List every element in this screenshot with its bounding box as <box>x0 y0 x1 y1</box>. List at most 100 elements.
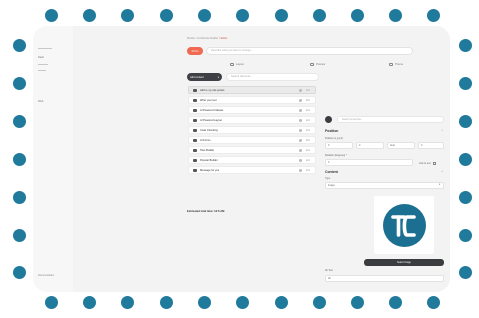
rotation-input[interactable]: 0 <box>325 159 413 166</box>
element-row[interactable]: AI Powered Classes Edit <box>188 106 316 114</box>
decorative-dot <box>13 39 26 52</box>
decorative-dot <box>121 9 134 22</box>
properties-search-input[interactable]: Search properties... <box>337 116 444 123</box>
decorative-dot <box>121 296 134 309</box>
edit-link[interactable]: Edit <box>306 109 310 112</box>
breadcrumb-item[interactable]: Builder <box>187 37 195 40</box>
element-row[interactable]: Message for you Edit <box>188 166 316 174</box>
decorative-dot <box>45 9 58 22</box>
edit-link[interactable]: Edit <box>306 159 310 162</box>
decorative-dot <box>13 191 26 204</box>
decorative-dot <box>198 296 211 309</box>
element-label: AI Powered Classes <box>200 108 224 112</box>
image-preview[interactable] <box>374 196 434 254</box>
edit-link[interactable]: Edit <box>306 89 310 92</box>
decorative-dot <box>13 77 26 90</box>
element-row[interactable]: Popular Builder Edit <box>188 156 316 164</box>
settings-icon[interactable] <box>298 128 302 132</box>
element-row[interactable]: Write your text Edit <box>188 96 316 104</box>
ai-icon <box>193 118 197 122</box>
link-to-text-checkbox[interactable]: Link to text <box>419 162 436 165</box>
settings-icon[interactable] <box>298 88 302 92</box>
select-image-button[interactable]: Select Image <box>364 259 444 266</box>
element-label: Message for you <box>200 168 220 172</box>
sidebar-footer[interactable]: Documentation <box>38 274 54 277</box>
decorative-dot <box>427 296 440 309</box>
element-label: AI Powered Layout <box>200 118 222 122</box>
element-row[interactable]: Add to my site preset Edit <box>188 86 316 94</box>
ai-pro-button[interactable]: AI Pro <box>187 47 203 55</box>
tab-label: Preview <box>316 63 326 66</box>
settings-icon[interactable] <box>298 98 302 102</box>
edit-link[interactable]: Edit <box>306 119 310 122</box>
edit-link[interactable]: Edit <box>306 129 310 132</box>
pos-w-input[interactable]: Auto <box>387 142 415 149</box>
settings-icon[interactable] <box>298 118 302 122</box>
decorative-dot <box>83 296 96 309</box>
element-search-input[interactable]: Search elements... <box>226 73 319 81</box>
position-label: Position (x,y,w,h) <box>325 137 343 140</box>
tab-layout[interactable]: Layout <box>230 63 244 66</box>
sidebar-item-dash[interactable]: Dash <box>38 56 44 59</box>
sidebar: Dash Web Documentation <box>33 26 73 292</box>
add-content-button[interactable]: Add content ▾ <box>187 73 222 81</box>
decorative-dot <box>459 115 472 128</box>
theme-icon <box>389 63 393 66</box>
element-row[interactable]: AI Powered Layout Edit <box>188 116 316 124</box>
image-icon <box>193 148 197 152</box>
position-section-title: Position <box>325 129 339 133</box>
element-row[interactable]: Tiles Builder Edit <box>188 146 316 154</box>
settings-icon[interactable] <box>298 158 302 162</box>
decorative-dot <box>313 296 326 309</box>
edit-link[interactable]: Edit <box>306 99 310 102</box>
chevron-up-icon[interactable]: ⌃ <box>441 129 444 133</box>
breadcrumb-current: Editor <box>220 37 228 40</box>
chevron-down-icon: ▾ <box>217 75 219 79</box>
prompt-input[interactable]: Describe what you want to change... <box>206 47 413 55</box>
edit-link[interactable]: Edit <box>306 139 310 142</box>
element-row[interactable]: Code Checking Edit <box>188 126 316 134</box>
tab-preview[interactable]: Preview <box>310 63 325 66</box>
element-row[interactable]: AI Forms Edit <box>188 136 316 144</box>
decorative-dot <box>13 229 26 242</box>
breadcrumb-item[interactable]: AI Website Builder <box>197 37 218 40</box>
type-select[interactable]: Image <box>325 182 444 189</box>
checkbox-label: Link to text <box>419 162 431 165</box>
checkbox-icon <box>432 162 436 165</box>
element-label: Code Checking <box>200 128 218 132</box>
element-label: Popular Builder <box>200 158 218 162</box>
pos-y-input[interactable]: 0 <box>356 142 384 149</box>
edit-link[interactable]: Edit <box>306 169 310 172</box>
tab-theme[interactable]: Theme <box>389 63 403 66</box>
alt-text-label: Alt Text <box>325 269 333 272</box>
settings-icon[interactable] <box>298 148 302 152</box>
decorative-dot <box>160 296 173 309</box>
edit-link[interactable]: Edit <box>306 149 310 152</box>
sidebar-item-web[interactable]: Web <box>38 100 43 103</box>
decorative-dot <box>313 9 326 22</box>
text-icon <box>193 98 197 102</box>
ai-icon <box>193 108 197 112</box>
add-content-label: Add content <box>190 75 204 79</box>
decorative-dot <box>275 296 288 309</box>
settings-icon[interactable] <box>298 138 302 142</box>
settings-icon[interactable] <box>298 168 302 172</box>
decorative-dot <box>13 115 26 128</box>
pos-h-input[interactable]: 0 <box>418 142 444 149</box>
decorative-dot <box>275 9 288 22</box>
settings-icon[interactable] <box>298 108 302 112</box>
alt-text-input[interactable]: Alt <box>325 275 444 282</box>
avatar[interactable] <box>325 116 332 123</box>
tab-label: Theme <box>395 63 404 66</box>
estimated-time: Estimated total time: 12:6 AM <box>187 210 225 213</box>
code-icon <box>193 128 197 132</box>
element-label: Add to my site preset <box>200 88 225 92</box>
decorative-dot <box>45 296 58 309</box>
type-label: Type <box>325 177 331 180</box>
sidebar-divider <box>38 48 52 49</box>
decorative-dot <box>351 9 364 22</box>
chevron-up-icon[interactable]: ⌃ <box>441 170 444 174</box>
pos-x-input[interactable]: 0 <box>325 142 353 149</box>
element-label: Write your text <box>200 98 217 102</box>
content-section-title: Content <box>325 170 338 174</box>
